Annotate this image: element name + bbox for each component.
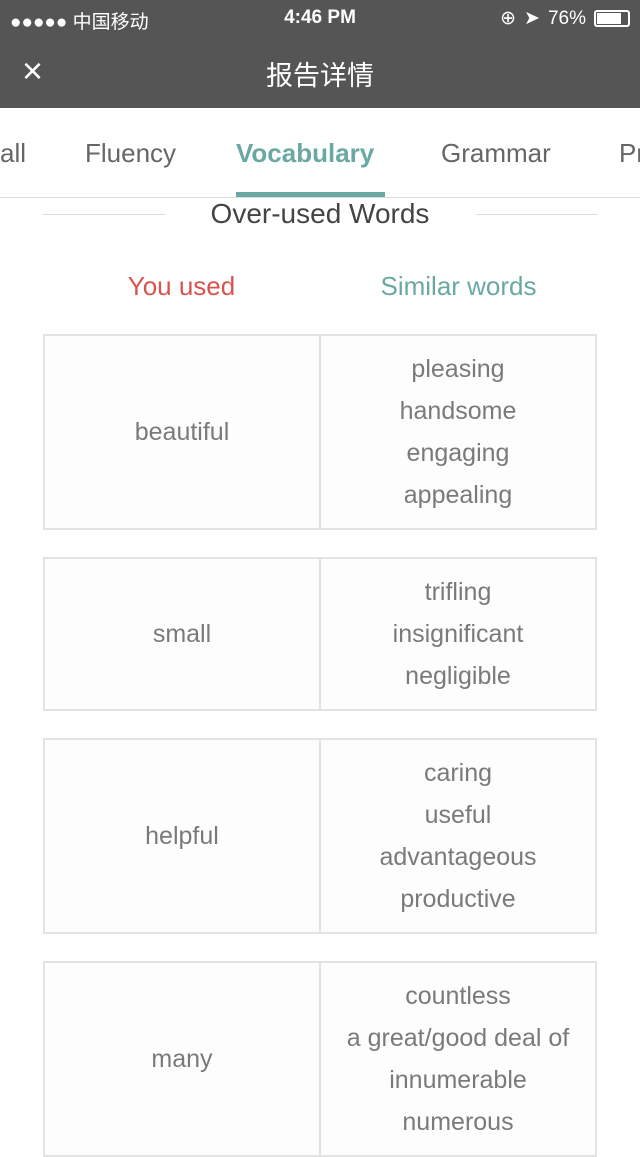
- page-title: 报告详情: [266, 61, 374, 91]
- similar-words: caring useful advantageous productive: [321, 740, 595, 932]
- similar-word: pleasing: [411, 355, 505, 383]
- tab-fluency[interactable]: Fluency: [85, 138, 176, 169]
- similar-words: countless a great/good deal of innumerable…: [321, 963, 595, 1155]
- similar-word: innumerable: [389, 1066, 527, 1094]
- divider: [476, 214, 598, 215]
- similar-word: negligible: [405, 662, 511, 690]
- similar-words-header: Similar words: [380, 271, 537, 301]
- used-word: small: [45, 559, 321, 709]
- tab-overall[interactable]: all: [0, 138, 26, 169]
- word-card: many countless a great/good deal of innumer…: [43, 961, 597, 1157]
- similar-word: numerous: [402, 1108, 514, 1136]
- similar-word: useful: [424, 801, 492, 829]
- word-card: helpful caring useful advantageous productiv…: [43, 738, 597, 934]
- similar-word: a great/good deal of: [346, 1024, 570, 1052]
- word-card: beautiful pleasing handsome engaging appeali…: [43, 334, 597, 530]
- similar-words: pleasing handsome engaging appealing: [321, 336, 595, 528]
- similar-word: handsome: [399, 397, 517, 425]
- location-icon: ➤: [524, 8, 540, 29]
- top-bar: ●●●●● 中国移动 4:46 PM ⊕ ➤ 76% × 报告详情: [0, 0, 640, 108]
- column-headers: You used Similar words: [0, 244, 640, 334]
- you-used-header: You used: [127, 271, 236, 301]
- similar-word: countless: [405, 982, 511, 1010]
- used-word: many: [45, 963, 321, 1155]
- similar-word: caring: [423, 759, 493, 787]
- similar-words: trifling insignificant negligible: [321, 559, 595, 709]
- similar-word: engaging: [406, 439, 510, 467]
- rotation-lock-icon: ⊕: [500, 8, 517, 29]
- status-right: ⊕ ➤ 76%: [500, 7, 630, 30]
- similar-word: productive: [400, 885, 516, 913]
- similar-word: advantageous: [379, 843, 537, 871]
- word-list: beautiful pleasing handsome engaging appeali…: [0, 334, 640, 1157]
- battery-icon: [594, 10, 630, 27]
- section-header: Over-used Words: [0, 198, 640, 244]
- used-word: helpful: [45, 740, 321, 932]
- similar-word: trifling: [424, 578, 492, 606]
- battery-percent: 76%: [547, 7, 586, 29]
- tab-vocabulary[interactable]: Vocabulary: [236, 138, 374, 169]
- tab-bar: all Fluency Vocabulary Grammar Pr: [0, 108, 640, 198]
- used-word: beautiful: [45, 336, 321, 528]
- active-tab-indicator: [236, 192, 385, 197]
- tab-grammar[interactable]: Grammar: [441, 138, 551, 169]
- nav-bar: × 报告详情: [0, 36, 640, 108]
- word-card: small trifling insignificant negligible: [43, 557, 597, 711]
- tab-pronunciation[interactable]: Pr: [619, 138, 640, 169]
- status-bar: ●●●●● 中国移动 4:46 PM ⊕ ➤ 76%: [0, 0, 640, 36]
- similar-word: appealing: [403, 481, 513, 509]
- similar-word: insignificant: [392, 620, 524, 648]
